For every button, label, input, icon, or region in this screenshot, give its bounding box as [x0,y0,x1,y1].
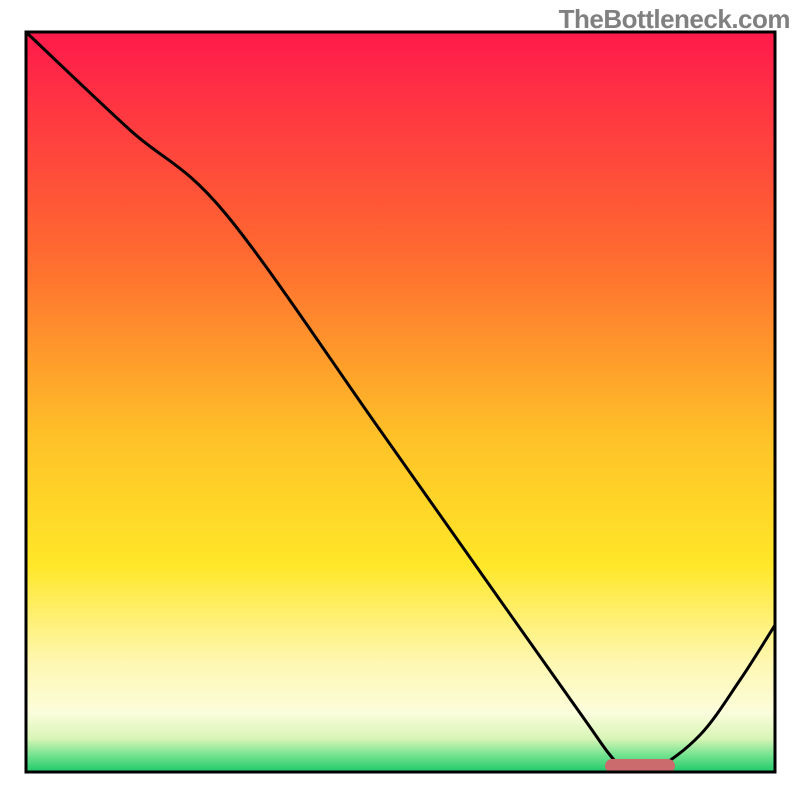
watermark-text: TheBottleneck.com [559,4,790,35]
gradient-background [26,32,775,772]
bottleneck-chart: TheBottleneck.com [0,0,800,800]
chart-svg [0,0,800,800]
